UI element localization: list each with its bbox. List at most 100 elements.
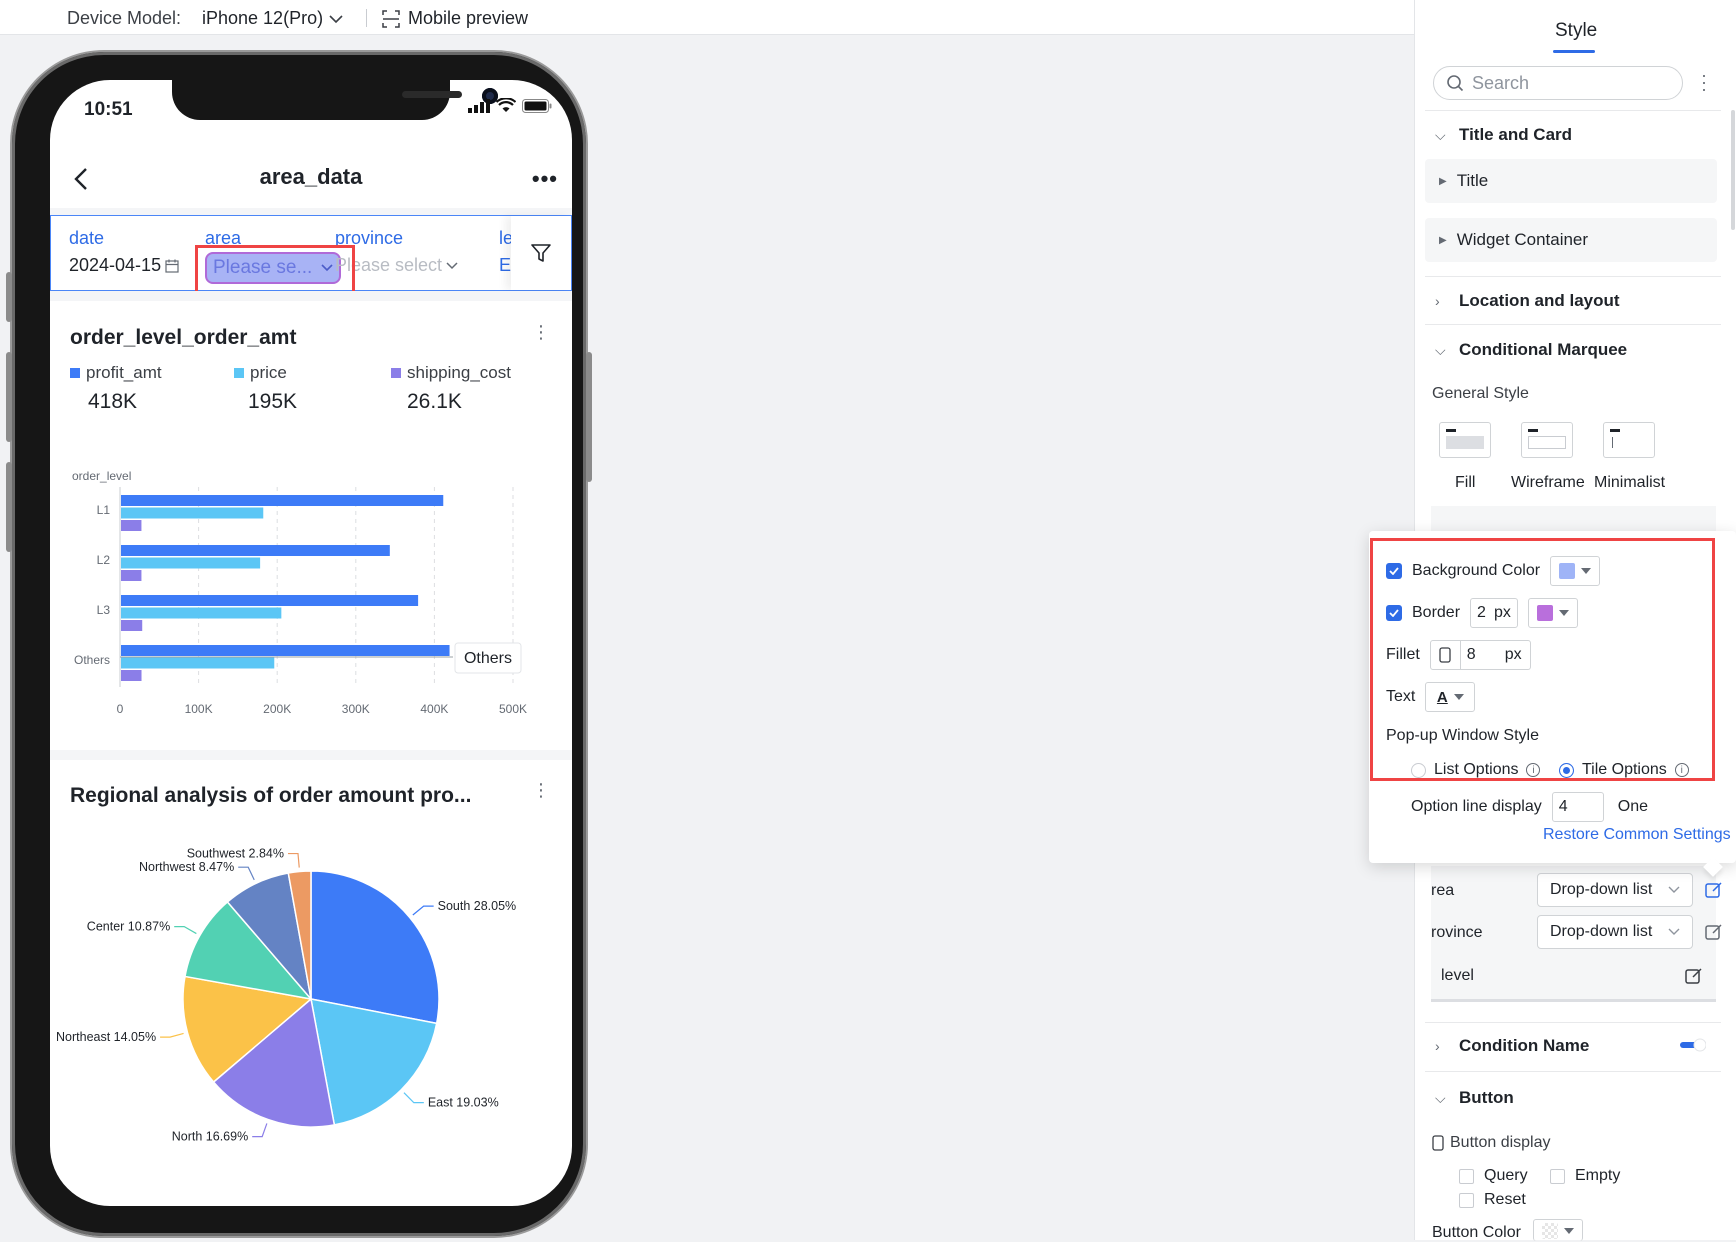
pie-slice	[310, 870, 440, 1025]
tooltip-text: Others	[464, 650, 512, 667]
wifi-icon	[496, 98, 516, 112]
bar-card-title: order_level_order_amt	[70, 326, 297, 349]
caret-right-icon: ▶	[1439, 234, 1447, 246]
filter-button[interactable]	[511, 216, 571, 290]
subsection-widget-container[interactable]: ▶ Widget Container	[1425, 218, 1717, 262]
section-conditional-marquee[interactable]: ⌵ Conditional Marquee	[1435, 340, 1627, 360]
section-divider	[50, 291, 572, 301]
section-divider	[50, 750, 572, 760]
pie-label: South 28.05%	[438, 899, 517, 913]
bar	[121, 645, 450, 656]
filter-date[interactable]: date 2024-04-15	[69, 228, 179, 276]
more-icon[interactable]: •••	[532, 166, 558, 192]
pie-leader	[160, 1032, 184, 1038]
pie-label: Southwest 2.84%	[187, 847, 284, 861]
y-axis-label: order_level	[72, 469, 131, 483]
bar	[121, 557, 261, 569]
legend-value: 195K	[248, 390, 298, 413]
subsection-label: Widget Container	[1456, 230, 1589, 249]
field-level-name: level	[1441, 967, 1474, 984]
edit-icon[interactable]	[1705, 923, 1723, 941]
field-area-dropdown[interactable]: Drop-down list	[1537, 873, 1693, 907]
y-tick-label: L3	[97, 603, 111, 617]
pie-label: North 16.69%	[172, 1130, 248, 1144]
pie-label: East 19.03%	[428, 1096, 499, 1110]
section-title-and-card[interactable]: ⌵ Title and Card	[1435, 125, 1572, 145]
mobile-preview-button[interactable]: Mobile preview	[382, 8, 528, 29]
pie-leader	[252, 1123, 268, 1138]
bar	[121, 520, 142, 531]
x-tick-label: 300K	[342, 702, 370, 715]
divider	[1425, 1022, 1721, 1023]
restore-common-settings-link[interactable]: Restore Common Settings	[1543, 826, 1731, 844]
bar	[121, 620, 143, 631]
field-province-dropdown[interactable]: Drop-down list	[1537, 915, 1693, 949]
checkbox[interactable]	[1459, 1168, 1474, 1184]
phone-side-button	[6, 272, 12, 322]
x-tick-label: 200K	[263, 702, 291, 715]
style-wireframe-label: Wireframe	[1511, 474, 1585, 491]
dropdown-value: Drop-down list	[1550, 923, 1653, 940]
checkbox-empty[interactable]: Empty	[1550, 1167, 1620, 1185]
tab-active-indicator	[1553, 50, 1595, 53]
tab-style[interactable]: Style	[1555, 20, 1597, 42]
subsection-title[interactable]: ▶ Title	[1425, 159, 1717, 203]
condition-name-toggle[interactable]	[1680, 1038, 1706, 1052]
phone-side-button	[586, 352, 592, 482]
status-icons	[468, 98, 552, 113]
x-tick-label: 0	[117, 702, 124, 715]
y-tick-label: L2	[97, 553, 111, 567]
option-line-value: 4	[1558, 798, 1568, 815]
filter-date-name: date	[69, 228, 105, 248]
section-location-layout[interactable]: › Location and layout	[1435, 291, 1620, 311]
search-input[interactable]: Search	[1433, 66, 1683, 100]
bar	[121, 507, 264, 519]
highlight-area-select	[195, 245, 355, 294]
checkbox[interactable]	[1459, 1192, 1474, 1208]
checkbox[interactable]	[1550, 1168, 1565, 1184]
chevron-down-icon: ⌵	[1435, 126, 1446, 143]
style-option-wireframe[interactable]	[1521, 422, 1573, 458]
legend-price[interactable]: price	[234, 363, 287, 383]
signal-icon	[468, 98, 490, 113]
edit-icon[interactable]	[1705, 881, 1723, 899]
pie-chart: South 28.05% East 19.03% North 16.69% North…	[56, 847, 517, 1144]
bar	[121, 657, 275, 669]
divider	[1425, 276, 1721, 277]
minimalist-preview-cursor	[1612, 437, 1613, 448]
pie-label: Northeast 14.05%	[56, 1030, 156, 1044]
button-color-picker[interactable]	[1533, 1219, 1583, 1241]
section-button[interactable]: ⌵ Button	[1435, 1088, 1514, 1108]
calendar-icon	[165, 259, 179, 273]
device-model-label: Device Model:	[67, 8, 182, 28]
legend-shipping-cost[interactable]: shipping_cost	[391, 363, 511, 383]
mobile-icon	[1432, 1135, 1444, 1151]
chevron-down-icon: ⌵	[1435, 341, 1446, 358]
search-icon	[1447, 75, 1464, 92]
style-option-fill[interactable]	[1439, 422, 1491, 458]
x-tick-label: 100K	[185, 702, 213, 715]
pie-label: Northwest 8.47%	[139, 860, 234, 874]
device-model-select[interactable]: iPhone 12(Pro)	[202, 8, 343, 29]
date-value: 2024-04-15	[69, 255, 162, 275]
checkbox-reset[interactable]: Reset	[1459, 1191, 1526, 1209]
chevron-down-icon	[1668, 928, 1680, 935]
legend-profit-amt[interactable]: profit_amt	[70, 363, 162, 383]
option-line-input[interactable]: 4	[1551, 792, 1604, 822]
section-condition-name[interactable]: › Condition Name	[1435, 1036, 1589, 1056]
chevron-down-icon: ⌵	[1435, 1089, 1446, 1106]
checkbox-query[interactable]: Query	[1459, 1167, 1528, 1185]
option-line-row: Option line display 4 One	[1411, 792, 1648, 822]
checkbox-label: Query	[1484, 1167, 1528, 1184]
pane-more-icon[interactable]: · · ·	[1701, 66, 1707, 98]
bar	[121, 607, 282, 619]
battery-icon	[522, 98, 552, 113]
card-more-icon[interactable]: ⋮	[532, 781, 550, 799]
button-display-label: Button display	[1450, 1134, 1551, 1151]
edit-icon[interactable]	[1685, 967, 1703, 985]
bar	[121, 570, 142, 581]
style-option-minimalist[interactable]	[1603, 422, 1655, 458]
pane-scrollbar[interactable]	[1731, 110, 1735, 230]
style-fill-label: Fill	[1455, 474, 1476, 491]
card-more-icon[interactable]: ⋮	[532, 323, 550, 341]
